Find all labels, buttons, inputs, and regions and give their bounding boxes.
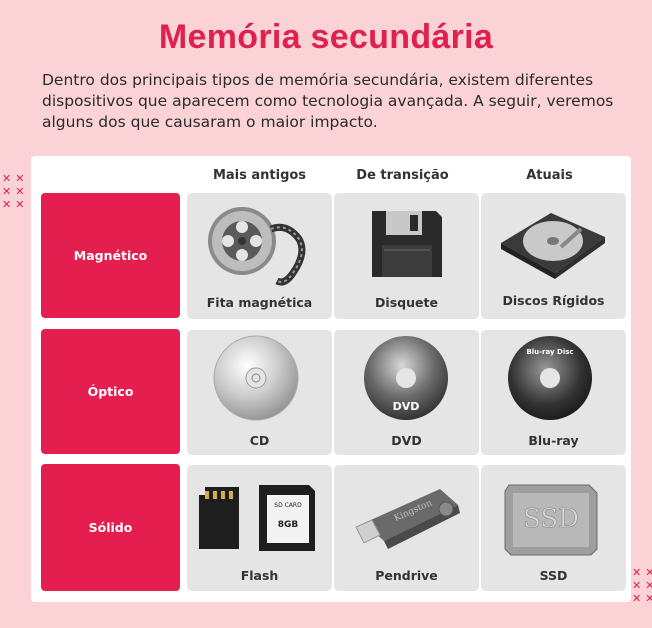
card-brand: SD CARD [274, 502, 302, 509]
memory-card-icon: SD CARD 8GB [199, 485, 315, 551]
intro-text: Dentro dos principais tipos de memória s… [42, 71, 614, 131]
floppy-disk-icon [372, 211, 442, 277]
disc-logo: DVD [393, 400, 420, 413]
film-reel-icon [208, 207, 306, 286]
device-card-pendrive: Kingston Pendrive [334, 465, 479, 591]
device-card-ssd: SSD SSD [481, 465, 626, 591]
decorative-x-pattern: ✕✕✕✕✕✕ [2, 172, 29, 211]
card-capacity: 8GB [278, 520, 299, 530]
device-card-disquete: Disquete [334, 193, 479, 319]
row-label-solido: Sólido [41, 464, 180, 591]
device-caption: SSD [539, 568, 568, 583]
device-card-hd: Discos Rígidos [481, 193, 626, 319]
device-caption: Discos Rígidos [502, 293, 605, 308]
device-caption: Blu-ray [528, 433, 579, 448]
column-header: De transição [356, 168, 449, 183]
device-caption: DVD [391, 433, 422, 448]
device-caption: Fita magnética [206, 295, 313, 310]
row-label-magnetico: Magnético [41, 193, 180, 318]
device-card-bluray: Blu-ray Disc Blu-ray [481, 330, 626, 455]
ssd-label: SSD [523, 504, 579, 534]
cd-icon [213, 335, 299, 421]
row-label-optico: Óptico [41, 329, 180, 454]
device-card-fita: Fita magnética [187, 193, 332, 319]
device-caption: CD [249, 433, 270, 448]
device-card-cd: CD [187, 330, 332, 455]
hard-disk-icon [501, 213, 605, 279]
device-caption: Pendrive [375, 568, 438, 583]
device-caption: Disquete [375, 295, 438, 310]
disc-logo: Blu-ray Disc [526, 348, 573, 356]
page-title: Memória secundária [158, 18, 494, 56]
decorative-x-pattern: ✕✕✕✕✕✕ [632, 566, 652, 605]
column-header: Mais antigos [212, 168, 307, 183]
device-card-dvd: DVD DVD [334, 330, 479, 455]
usb-drive-icon: Kingston [355, 489, 460, 549]
column-header: Atuais [526, 168, 573, 183]
bluray-icon: Blu-ray Disc [508, 336, 592, 420]
dvd-icon: DVD [364, 336, 448, 420]
device-card-flash: SD CARD 8GB Flash [187, 465, 332, 591]
ssd-icon: SSD [504, 484, 598, 556]
device-caption: Flash [240, 568, 279, 583]
